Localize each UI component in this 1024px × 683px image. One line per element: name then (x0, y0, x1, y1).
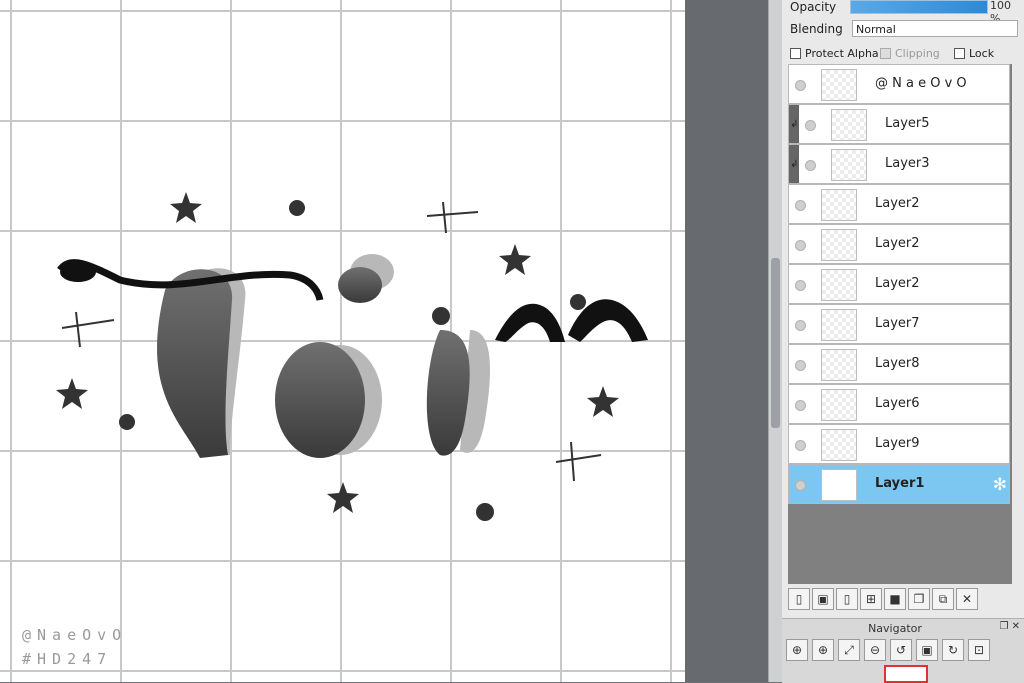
layer-1bit-icon[interactable]: ▯ (836, 588, 858, 610)
opacity-label: Opacity (790, 0, 837, 14)
gear-icon[interactable]: ✻ (993, 475, 1007, 495)
layer-thumbnail (821, 269, 857, 301)
caret-left (495, 303, 565, 342)
zoom-fit-icon[interactable]: ⊕ (786, 639, 808, 661)
visibility-icon[interactable] (805, 160, 816, 171)
navigator-title: Navigator (868, 622, 922, 635)
layer-panel: Opacity 100 % Blending Normal Protect Al… (782, 0, 1024, 683)
opacity-row: Opacity (790, 0, 850, 16)
delete-icon[interactable]: ✕ (956, 588, 978, 610)
lettering-main (157, 267, 470, 458)
navigator-panel: Navigator ❐ ✕ ⊕ ⊕ ⤢ ⊖ ↺ ▣ ↻ ⊡ (782, 618, 1024, 683)
clipping-label: Clipping (895, 47, 940, 60)
layer-name: Layer2 (875, 276, 920, 291)
layer-row[interactable]: Layer6 (788, 384, 1010, 424)
layer-row[interactable]: Layer1 ✻ (788, 464, 1010, 504)
clip-arrow-icon: ↲ (790, 159, 799, 170)
actual-size-icon[interactable]: ▣ (916, 639, 938, 661)
vertical-scrollbar[interactable] (768, 0, 782, 682)
navigator-preview[interactable] (884, 665, 928, 683)
copy-layer-icon[interactable]: ▣ (812, 588, 834, 610)
checkbox-box[interactable] (790, 48, 801, 59)
blending-label: Blending (790, 22, 843, 36)
protect-alpha-label: Protect Alpha (805, 47, 879, 60)
visibility-icon[interactable] (795, 320, 806, 331)
layer-name: Layer2 (875, 196, 920, 211)
canvas-artwork (56, 192, 648, 521)
checkbox-box[interactable] (880, 48, 891, 59)
watermark-handle: @NaeOvO (22, 626, 128, 644)
layer-toolbar: ▯ ▣ ▯ ⊞ ■ ❐ ⧉ ✕ (788, 588, 1018, 614)
panel-controls-icon[interactable]: ❐ ✕ (999, 621, 1020, 632)
layer-thumbnail (821, 69, 857, 101)
layer-name: @ N a e O v O (875, 76, 967, 91)
zoom-out-icon[interactable]: ⊖ (864, 639, 886, 661)
watermark-hashtag: #HD247 (22, 650, 113, 668)
visibility-icon[interactable] (795, 240, 806, 251)
layer-thumbnail (821, 189, 857, 221)
new-layer-icon[interactable]: ▯ (788, 588, 810, 610)
layer-row[interactable]: ↲ Layer5 (788, 104, 1010, 144)
canvas-gutter (685, 0, 768, 682)
visibility-icon[interactable] (795, 280, 806, 291)
layer-name: Layer5 (885, 116, 930, 131)
visibility-icon[interactable] (805, 120, 816, 131)
lock-checkbox[interactable]: Lock (954, 47, 994, 60)
blending-select[interactable]: Normal (852, 20, 1018, 37)
layer-name: Layer6 (875, 396, 920, 411)
layer-thumbnail (821, 229, 857, 261)
rotate-right-icon[interactable]: ↻ (942, 639, 964, 661)
layer-row[interactable]: Layer8 (788, 344, 1010, 384)
visibility-icon[interactable] (795, 360, 806, 371)
protect-alpha-checkbox[interactable]: Protect Alpha (790, 47, 879, 60)
visibility-icon[interactable] (795, 400, 806, 411)
visibility-icon[interactable] (795, 200, 806, 211)
layer-thumbnail (821, 349, 857, 381)
layer-row[interactable]: Layer9 (788, 424, 1010, 464)
layer-name: Layer1 (875, 476, 925, 491)
layer-row[interactable]: Layer2 (788, 184, 1010, 224)
merge-icon[interactable]: ⧉ (932, 588, 954, 610)
layer-name: Layer2 (875, 236, 920, 251)
layer-row[interactable]: Layer2 (788, 224, 1010, 264)
layer-thumbnail (821, 309, 857, 341)
visibility-icon[interactable] (795, 480, 806, 491)
layer-thumbnail (821, 429, 857, 461)
layer-row[interactable]: ↲ Layer3 (788, 144, 1010, 184)
checkbox-box[interactable] (954, 48, 965, 59)
layer-list: @ N a e O v O ↲ Layer5 ↲ Layer3 Layer2 Layer2 L… (788, 64, 1012, 584)
stroke-end (60, 262, 96, 282)
rotate-left-icon[interactable]: ↺ (890, 639, 912, 661)
layer-row[interactable]: Layer2 (788, 264, 1010, 304)
layer-name: Layer8 (875, 356, 920, 371)
navigator-toolbar: ⊕ ⊕ ⤢ ⊖ ↺ ▣ ↻ ⊡ (786, 639, 990, 661)
clip-arrow-icon: ↲ (790, 119, 799, 130)
visibility-icon[interactable] (795, 440, 806, 451)
layer-name: Layer9 (875, 436, 920, 451)
add-layer-menu-icon[interactable]: ⊞ (860, 588, 882, 610)
folder-icon[interactable]: ■ (884, 588, 906, 610)
layer-thumbnail (821, 389, 857, 421)
lock-view-icon[interactable]: ⊡ (968, 639, 990, 661)
layer-thumbnail (831, 149, 867, 181)
layer-name: Layer7 (875, 316, 920, 331)
layer-thumbnail (831, 109, 867, 141)
lock-label: Lock (969, 47, 995, 60)
layer-row[interactable]: @ N a e O v O (788, 64, 1010, 104)
fit-window-icon[interactable]: ⤢ (838, 639, 860, 661)
layer-name: Layer3 (885, 156, 930, 171)
scrollbar-thumb[interactable] (771, 258, 780, 428)
visibility-icon[interactable] (795, 80, 806, 91)
zoom-in-icon[interactable]: ⊕ (812, 639, 834, 661)
drawing-canvas[interactable]: @NaeOvO #HD247 (0, 0, 685, 682)
opacity-slider[interactable] (850, 0, 988, 14)
layer-thumbnail (821, 469, 857, 501)
duplicate-icon[interactable]: ❐ (908, 588, 930, 610)
blending-row: Blending (790, 20, 850, 38)
layer-row[interactable]: Layer7 (788, 304, 1010, 344)
clipping-checkbox[interactable]: Clipping (880, 47, 940, 60)
